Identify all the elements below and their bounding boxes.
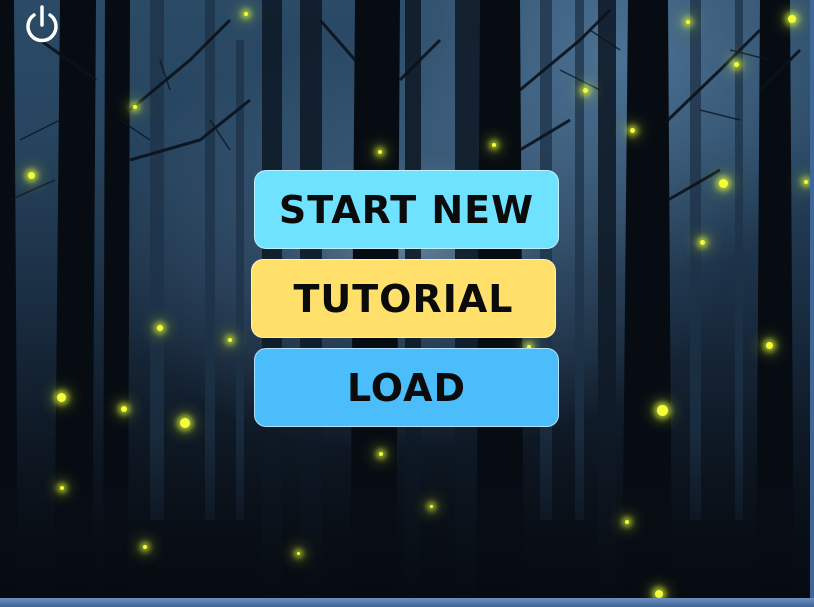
tutorial-label: TUTORIAL <box>293 276 514 321</box>
main-menu: START NEW TUTORIAL LOAD <box>0 0 814 607</box>
window-bottom-border <box>0 598 814 607</box>
window-right-border <box>810 0 814 607</box>
load-button[interactable]: LOAD <box>254 348 559 427</box>
tutorial-button[interactable]: TUTORIAL <box>251 259 556 338</box>
start-new-label: START NEW <box>278 187 535 232</box>
start-new-button[interactable]: START NEW <box>254 170 559 249</box>
load-label: LOAD <box>346 365 467 410</box>
forest-background: START NEW TUTORIAL LOAD <box>0 0 814 607</box>
